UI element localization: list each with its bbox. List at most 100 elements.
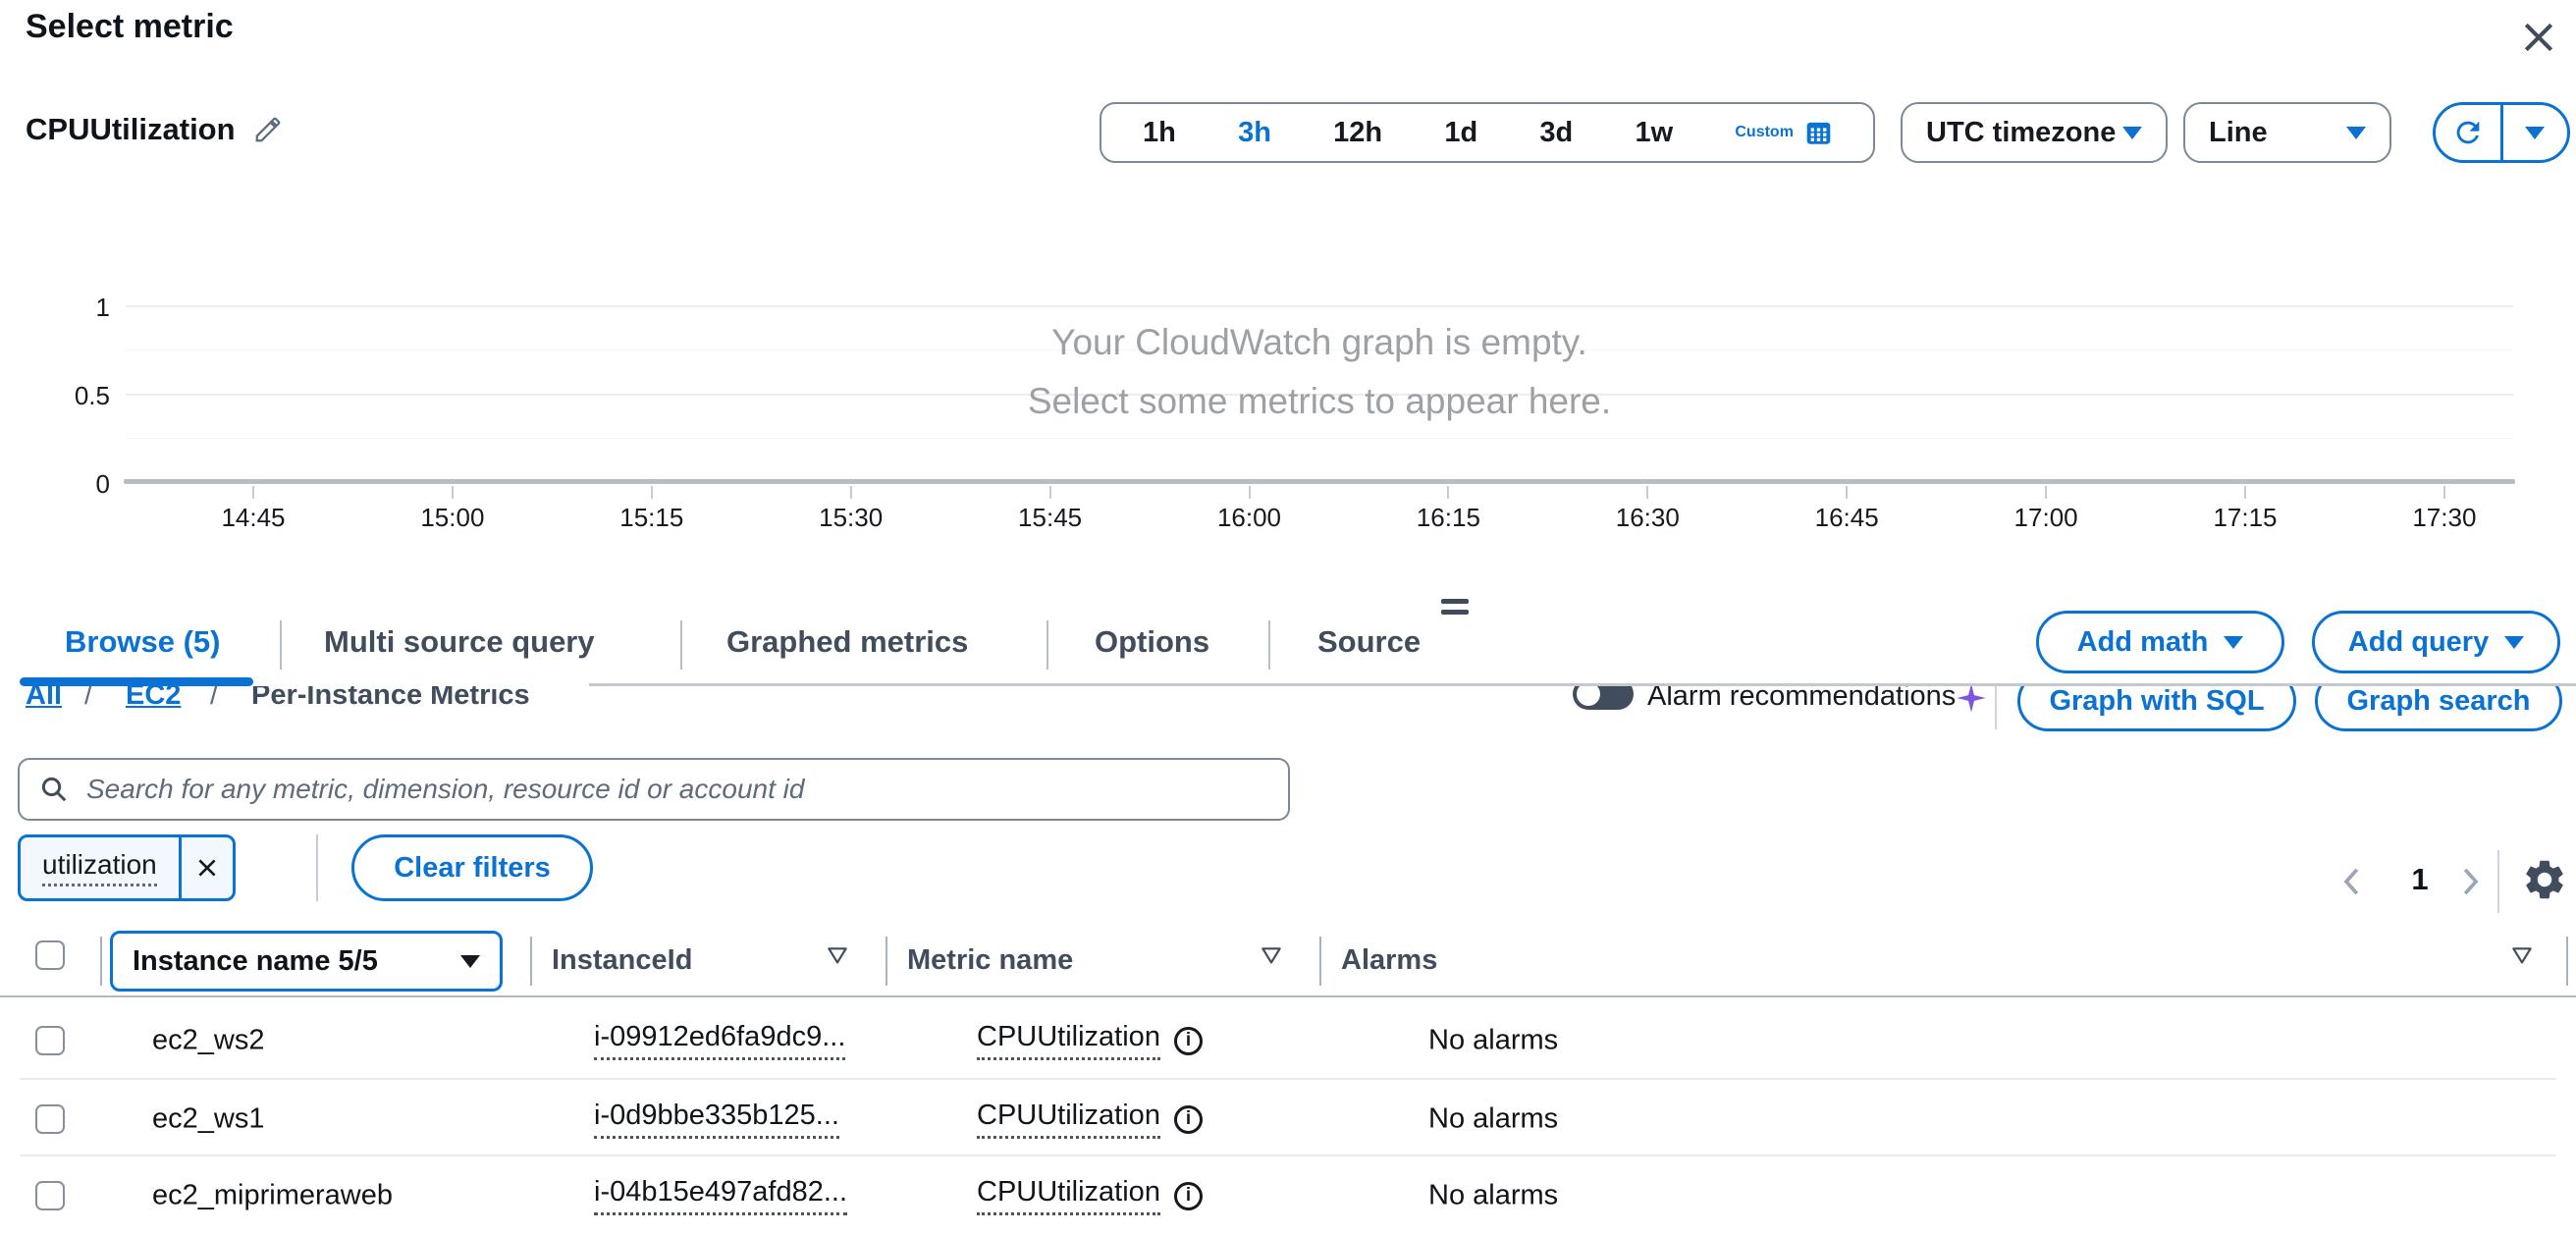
range-custom[interactable]: Custom — [1735, 120, 1832, 146]
x-axis-tickmark — [1249, 486, 1251, 499]
filter-icon[interactable] — [825, 944, 850, 970]
x-axis-tick-label: 17:30 — [2386, 503, 2503, 533]
divider — [680, 620, 682, 670]
info-icon[interactable]: i — [1174, 1182, 1203, 1210]
breadcrumb-separator: / — [84, 686, 92, 712]
x-axis-line — [124, 479, 2515, 484]
divider — [1995, 686, 1997, 729]
column-header-metric-name[interactable]: Metric name — [907, 944, 1073, 977]
chevron-down-icon — [2122, 127, 2142, 139]
remove-filter-button[interactable] — [182, 837, 233, 898]
graph-with-sql-label: Graph with SQL — [2049, 686, 2264, 718]
graph-search-button[interactable]: Graph search — [2315, 686, 2562, 731]
time-range-group: 1h 3h 12h 1d 3d 1w Custom — [1100, 102, 1875, 163]
next-page-button[interactable] — [2450, 862, 2490, 901]
source-panel-icon — [1441, 599, 1469, 620]
breadcrumb-all[interactable]: All — [26, 686, 62, 712]
metric-name-cell[interactable]: CPUUtilizationi — [977, 1100, 1203, 1139]
filter-icon[interactable] — [1259, 944, 1284, 970]
row-checkbox[interactable] — [35, 1026, 65, 1055]
divider — [316, 834, 318, 901]
edit-icon[interactable] — [253, 115, 283, 144]
x-axis-tickmark — [2045, 486, 2047, 499]
instance-id-link[interactable]: i-04b15e497afd82... — [594, 1176, 847, 1215]
range-3h-selected[interactable]: 3h — [1238, 117, 1271, 149]
chevron-left-icon — [2337, 865, 2367, 898]
metric-title-text: CPUUtilization — [26, 112, 236, 147]
refresh-split-button — [2433, 102, 2570, 163]
x-axis-tick-label: 14:45 — [194, 503, 312, 533]
select-all-checkbox[interactable] — [35, 940, 65, 970]
range-1d[interactable]: 1d — [1444, 117, 1477, 149]
info-icon[interactable]: i — [1174, 1105, 1203, 1134]
instance-name-cell: ec2_ws1 — [152, 1103, 264, 1136]
instance-name-cell: ec2_miprimeraweb — [152, 1180, 393, 1212]
chart-type-dropdown[interactable]: Line — [2183, 102, 2391, 163]
x-axis-tickmark — [252, 486, 254, 499]
refresh-options-button[interactable] — [2503, 105, 2568, 160]
clear-filters-button[interactable]: Clear filters — [351, 834, 593, 901]
search-input[interactable] — [84, 773, 1268, 806]
range-1h[interactable]: 1h — [1143, 117, 1176, 149]
instance-id-link[interactable]: i-0d9bbe335b125... — [594, 1100, 839, 1139]
refresh-button[interactable] — [2436, 105, 2500, 160]
table-row[interactable]: ec2_ws1 i-0d9bbe335b125... CPUUtilizatio… — [0, 1081, 2576, 1157]
range-12h[interactable]: 12h — [1333, 117, 1382, 149]
toggle-knob — [1577, 686, 1600, 706]
add-query-button[interactable]: Add query — [2312, 611, 2560, 673]
tab-browse[interactable]: Browse (5) — [65, 624, 220, 660]
tab-graphed-metrics[interactable]: Graphed metrics — [726, 624, 968, 660]
graph-with-sql-button[interactable]: Graph with SQL — [2017, 686, 2296, 731]
x-axis-tickmark — [850, 486, 852, 499]
divider — [2566, 937, 2568, 986]
range-3d[interactable]: 3d — [1539, 117, 1573, 149]
breadcrumb-ec2[interactable]: EC2 — [126, 686, 181, 712]
tab-options[interactable]: Options — [1095, 624, 1209, 660]
tab-source[interactable]: Source — [1317, 624, 1421, 660]
instance-id-link[interactable]: i-09912ed6fa9dc9... — [594, 1021, 845, 1060]
alarms-cell: No alarms — [1428, 1103, 1558, 1136]
chevron-down-icon — [460, 955, 480, 968]
column-header-alarms[interactable]: Alarms — [1341, 944, 1437, 977]
metric-title: CPUUtilization — [26, 112, 283, 147]
x-axis-tickmark — [651, 486, 653, 499]
divider — [886, 937, 887, 986]
table-settings-button[interactable] — [2521, 856, 2570, 905]
x-axis-tickmark — [2443, 486, 2445, 499]
breadcrumb-current: Per-Instance Metrics — [251, 686, 530, 712]
metric-name-cell[interactable]: CPUUtilizationi — [977, 1176, 1203, 1215]
filter-chip-label: utilization — [21, 837, 179, 898]
x-axis-tick-label: 16:45 — [1788, 503, 1905, 533]
alarm-recommendations-toggle[interactable] — [1573, 686, 1634, 710]
x-axis-tickmark — [1846, 486, 1848, 499]
table-row[interactable]: ec2_miprimeraweb i-04b15e497afd82... CPU… — [0, 1157, 2576, 1234]
tab-multi-source-query[interactable]: Multi source query — [324, 624, 595, 660]
column-header-instanceid[interactable]: InstanceId — [552, 944, 692, 977]
table-header-border — [0, 995, 2576, 997]
ai-recommendation-icon — [1956, 686, 1987, 714]
timezone-dropdown[interactable]: UTC timezone — [1901, 102, 2168, 163]
current-page[interactable]: 1 — [2395, 862, 2444, 897]
filter-icon[interactable] — [2509, 944, 2535, 970]
row-divider — [20, 1078, 2556, 1080]
chart-empty-subtitle: Select some metrics to appear here. — [126, 381, 2513, 422]
close-icon — [194, 855, 220, 881]
add-math-button[interactable]: Add math — [2036, 611, 2284, 673]
info-icon[interactable]: i — [1174, 1027, 1203, 1055]
column-header-instance-name-dropdown[interactable]: Instance name 5/5 — [110, 931, 503, 992]
chevron-down-icon — [2525, 127, 2545, 139]
range-1w[interactable]: 1w — [1635, 117, 1673, 149]
x-axis-tick-label: 17:00 — [1987, 503, 2105, 533]
chevron-down-icon — [2346, 127, 2366, 139]
row-checkbox[interactable] — [35, 1104, 65, 1134]
row-checkbox[interactable] — [35, 1181, 65, 1210]
metric-name-cell[interactable]: CPUUtilizationi — [977, 1021, 1203, 1060]
metric-search — [18, 758, 1290, 821]
alarms-cell: No alarms — [1428, 1025, 1558, 1057]
row-divider — [20, 1154, 2556, 1156]
table-row[interactable]: ec2_ws2 i-09912ed6fa9dc9... CPUUtilizati… — [0, 1002, 2576, 1079]
close-button[interactable] — [2515, 14, 2562, 61]
prev-page-button[interactable] — [2333, 862, 2372, 901]
chart-empty-title: Your CloudWatch graph is empty. — [126, 322, 2513, 363]
x-axis-tick-label: 16:15 — [1389, 503, 1507, 533]
